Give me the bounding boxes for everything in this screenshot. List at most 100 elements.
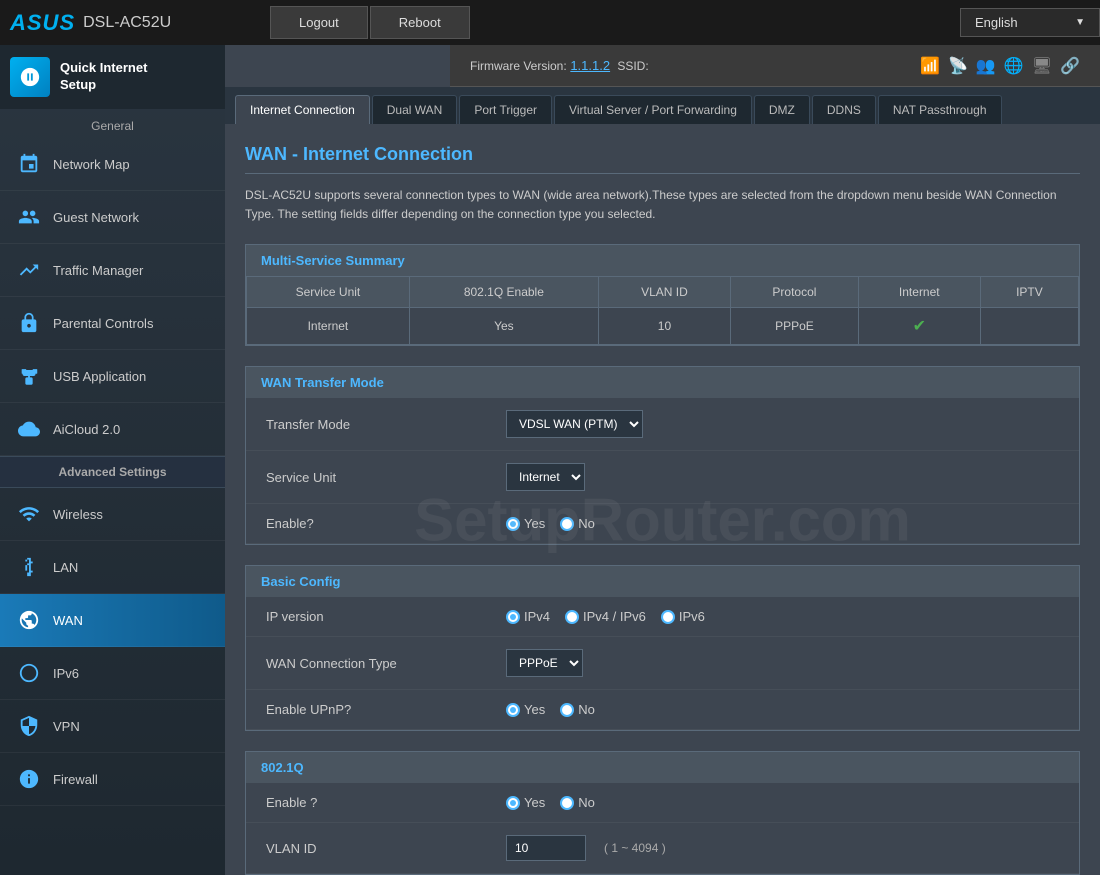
sidebar-item-traffic-manager[interactable]: Traffic Manager: [0, 244, 225, 297]
network-map-label: Network Map: [53, 157, 130, 172]
traffic-manager-icon: [15, 256, 43, 284]
wan-connection-row: WAN Connection Type PPPoE: [246, 637, 1079, 690]
language-selector[interactable]: English ▼: [960, 8, 1100, 37]
status-icons: 📶 📡 👥 🌐 🖥 🔗: [920, 56, 1080, 76]
reboot-button[interactable]: Reboot: [370, 6, 470, 39]
firmware-version-link[interactable]: 1.1.1.2: [570, 58, 610, 73]
firewall-label: Firewall: [53, 772, 98, 787]
page-description: DSL-AC52U supports several connection ty…: [245, 186, 1080, 224]
ipv6-radio[interactable]: [661, 610, 675, 624]
vlan-id-hint: ( 1 ~ 4094 ): [604, 841, 666, 855]
model-name: DSL-AC52U: [83, 14, 171, 32]
wan-connection-control: PPPoE: [506, 649, 583, 677]
tab-port-trigger[interactable]: Port Trigger: [459, 95, 552, 124]
sidebar-item-wan[interactable]: WAN: [0, 594, 225, 647]
vlan-yes-radio[interactable]: [506, 796, 520, 810]
tab-dual-wan[interactable]: Dual WAN: [372, 95, 458, 124]
sidebar-item-guest-network[interactable]: Guest Network: [0, 191, 225, 244]
transfer-mode-label: Transfer Mode: [266, 417, 506, 432]
sidebar-item-network-map[interactable]: Network Map: [0, 138, 225, 191]
advanced-settings-section: Advanced Settings: [0, 456, 225, 488]
tab-ddns[interactable]: DDNS: [812, 95, 876, 124]
wan-label: WAN: [53, 613, 83, 628]
tab-internet-connection[interactable]: Internet Connection: [235, 95, 370, 124]
quick-setup-icon: [10, 57, 50, 97]
sidebar-item-usb-application[interactable]: USB Application: [0, 350, 225, 403]
ipv6-icon: [15, 659, 43, 687]
sidebar-item-vpn[interactable]: VPN: [0, 700, 225, 753]
users-icon: 👥: [976, 56, 996, 76]
sidebar-item-wireless[interactable]: Wireless: [0, 488, 225, 541]
ipv4-ipv6-option[interactable]: IPv4 / IPv6: [565, 609, 646, 624]
page-title: WAN - Internet Connection: [245, 144, 1080, 174]
transfer-mode-control: VDSL WAN (PTM): [506, 410, 643, 438]
logo-area: ASUS DSL-AC52U: [0, 10, 270, 36]
sidebar-item-lan[interactable]: LAN: [0, 541, 225, 594]
cell-iptv: [980, 308, 1078, 345]
vlan-no-radio[interactable]: [560, 796, 574, 810]
sidebar-item-parental-controls[interactable]: Parental Controls: [0, 297, 225, 350]
enable-label: Enable?: [266, 516, 506, 531]
logout-button[interactable]: Logout: [270, 6, 368, 39]
guest-network-icon: [15, 203, 43, 231]
cell-vlan-id: 10: [598, 308, 730, 345]
upnp-yes-radio[interactable]: [506, 703, 520, 717]
ipv4-radio[interactable]: [506, 610, 520, 624]
enable-no-radio[interactable]: [560, 517, 574, 531]
tab-virtual-server[interactable]: Virtual Server / Port Forwarding: [554, 95, 752, 124]
cell-service-unit: Internet: [247, 308, 410, 345]
sidebar-item-ipv6[interactable]: IPv6: [0, 647, 225, 700]
vlan-enable-radio-group: Yes No: [506, 795, 595, 810]
wan-transfer-body: Transfer Mode VDSL WAN (PTM) Service Uni…: [246, 398, 1079, 544]
sidebar: Quick Internet Setup General Network Map…: [0, 45, 225, 875]
monitor-icon: 🖥: [1032, 56, 1052, 76]
service-unit-select[interactable]: Internet: [506, 463, 585, 491]
enable-yes-option[interactable]: Yes: [506, 516, 545, 531]
enable-yes-radio[interactable]: [506, 517, 520, 531]
top-buttons: Logout Reboot: [270, 6, 470, 39]
ipv4-ipv6-radio[interactable]: [565, 610, 579, 624]
tab-dmz[interactable]: DMZ: [754, 95, 810, 124]
col-802-enable: 802.1Q Enable: [409, 277, 598, 308]
upnp-no-label: No: [578, 702, 595, 717]
upnp-no-option[interactable]: No: [560, 702, 595, 717]
wan-connection-select[interactable]: PPPoE: [506, 649, 583, 677]
sidebar-item-aicloud[interactable]: AiCloud 2.0: [0, 403, 225, 456]
network-map-icon: [15, 150, 43, 178]
tab-nat-passthrough[interactable]: NAT Passthrough: [878, 95, 1002, 124]
content-area: Firmware Version: 1.1.1.2 SSID: 📶 📡 👥 🌐 …: [225, 45, 1100, 875]
vlan-body: Enable ? Yes No: [246, 783, 1079, 874]
upnp-yes-option[interactable]: Yes: [506, 702, 545, 717]
col-iptv: IPTV: [980, 277, 1078, 308]
enable-yes-label: Yes: [524, 516, 545, 531]
wan-icon: [15, 606, 43, 634]
vlan-id-input[interactable]: [506, 835, 586, 861]
basic-config-body: IP version IPv4 IPv4 / IPv6: [246, 597, 1079, 730]
asus-brand: ASUS: [10, 10, 75, 36]
cell-802-enable: Yes: [409, 308, 598, 345]
ipv4-option[interactable]: IPv4: [506, 609, 550, 624]
vpn-label: VPN: [53, 719, 80, 734]
quick-setup-label: Quick Internet Setup: [60, 60, 147, 94]
usb-application-label: USB Application: [53, 369, 146, 384]
upnp-no-radio[interactable]: [560, 703, 574, 717]
vlan-yes-option[interactable]: Yes: [506, 795, 545, 810]
ipv4-label: IPv4: [524, 609, 550, 624]
firmware-label: Firmware Version:: [470, 59, 567, 73]
wireless-label: Wireless: [53, 507, 103, 522]
sidebar-item-quick-setup[interactable]: Quick Internet Setup: [0, 45, 225, 109]
firmware-bar: Firmware Version: 1.1.1.2 SSID: 📶 📡 👥 🌐 …: [450, 45, 1100, 87]
transfer-mode-select[interactable]: VDSL WAN (PTM): [506, 410, 643, 438]
enable-radio-group: Yes No: [506, 516, 595, 531]
upnp-radio-group: Yes No: [506, 702, 595, 717]
vlan-yes-label: Yes: [524, 795, 545, 810]
parental-controls-label: Parental Controls: [53, 316, 153, 331]
sidebar-item-firewall[interactable]: Firewall: [0, 753, 225, 806]
traffic-manager-label: Traffic Manager: [53, 263, 143, 278]
col-internet: Internet: [858, 277, 980, 308]
enable-no-option[interactable]: No: [560, 516, 595, 531]
vlan-no-option[interactable]: No: [560, 795, 595, 810]
enable-row: Enable? Yes No: [246, 504, 1079, 544]
language-arrow-icon: ▼: [1075, 17, 1085, 28]
ipv6-option[interactable]: IPv6: [661, 609, 705, 624]
